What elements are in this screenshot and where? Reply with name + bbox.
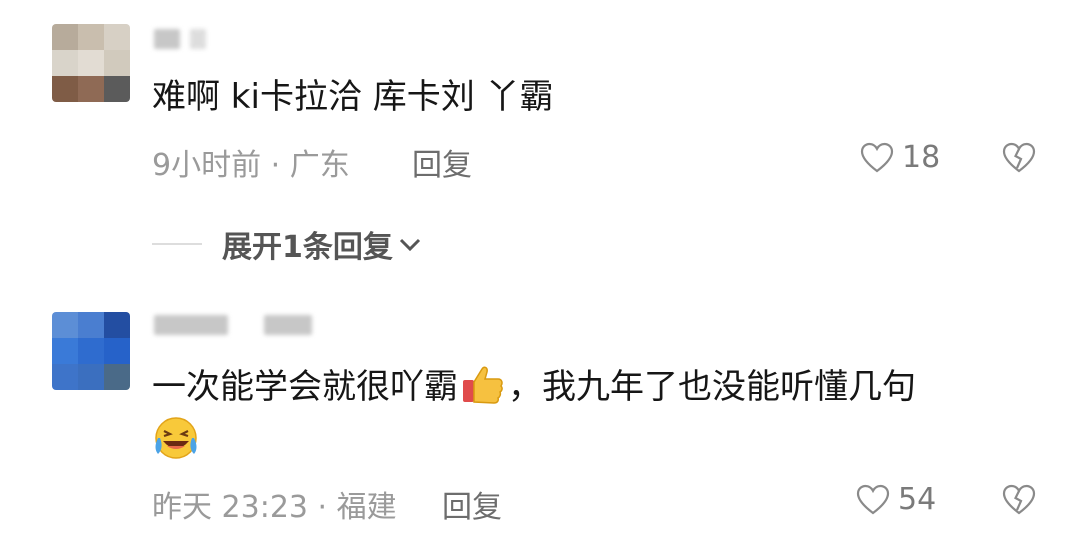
divider-line: [152, 243, 202, 245]
reply-button[interactable]: 回复: [442, 482, 502, 526]
dislike-button[interactable]: [1002, 484, 1036, 520]
username-blurred[interactable]: [154, 314, 312, 336]
reply-button[interactable]: 回复: [412, 140, 472, 184]
dislike-button[interactable]: [1002, 142, 1036, 178]
expand-replies-button[interactable]: 展开1条回复: [152, 222, 423, 266]
username-blurred[interactable]: [154, 28, 206, 50]
avatar[interactable]: [52, 312, 130, 390]
laughing-crying-emoji: [155, 417, 197, 459]
like-button[interactable]: 18: [860, 140, 940, 175]
broken-heart-icon: [1002, 484, 1036, 515]
like-count: 54: [898, 482, 937, 517]
comment-text-part2: ，我九年了也没能听懂几句: [508, 367, 916, 407]
comment-emoji-line: [152, 414, 200, 474]
heart-icon: [860, 142, 894, 172]
comment-text: 难啊 ki卡拉洽 库卡刘 丫霸: [152, 77, 554, 117]
comment-text: 一次能学会就很吖霸 ，我九年了也没能听懂几句: [152, 364, 916, 410]
avatar[interactable]: [52, 24, 130, 102]
thumbs-up-emoji: [463, 366, 503, 404]
broken-heart-icon: [1002, 142, 1036, 173]
chevron-down-icon: [399, 238, 420, 252]
heart-icon: [856, 484, 890, 514]
comment-meta: 昨天 23:23 · 福建: [152, 490, 397, 525]
expand-label: 展开1条回复: [222, 230, 393, 265]
comment-text-part1: 一次能学会就很吖霸: [152, 367, 458, 407]
like-count: 18: [902, 140, 941, 175]
comment-meta: 9小时前 · 广东: [152, 148, 350, 183]
like-button[interactable]: 54: [856, 482, 936, 517]
